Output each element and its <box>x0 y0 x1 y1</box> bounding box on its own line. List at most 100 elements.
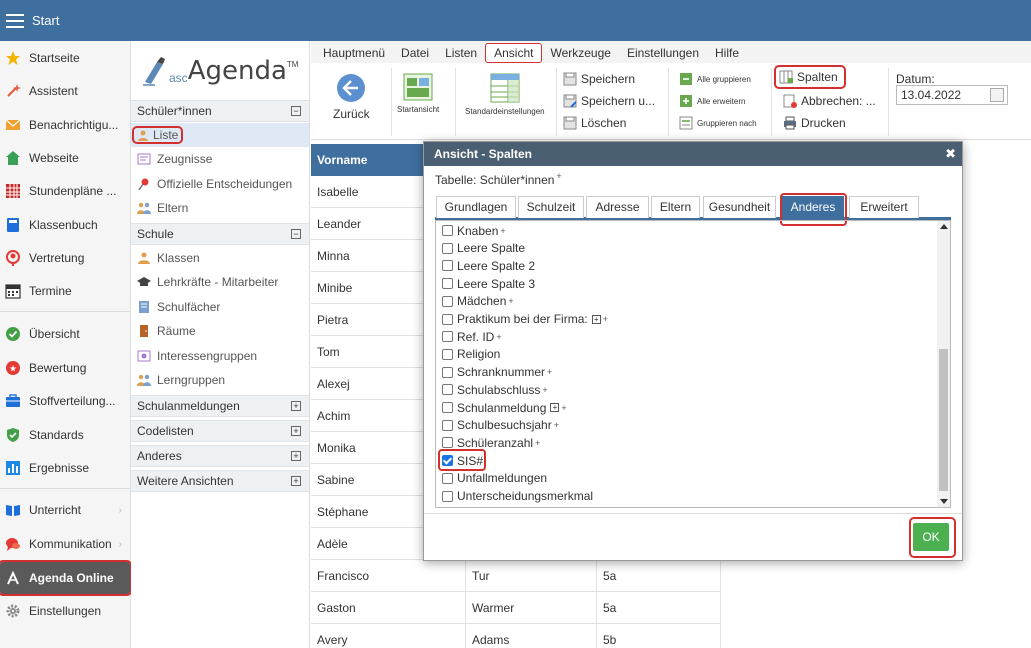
alle-erweitern-button[interactable]: Alle erweitern <box>679 91 745 111</box>
nav-item-benachrichtigungen[interactable]: Benachrichtigu... <box>0 110 130 140</box>
nav-item-agenda-online[interactable]: Agenda Online <box>0 560 132 596</box>
section-header-weitere-ansichten[interactable]: Weitere Ansichten + <box>131 470 309 492</box>
section-header-schulanmeldungen[interactable]: Schulanmeldungen + <box>131 395 309 417</box>
checkbox[interactable] <box>442 331 453 343</box>
column-option[interactable]: Leere Spalte <box>442 240 525 257</box>
checkbox[interactable] <box>442 419 453 431</box>
loeschen-button[interactable]: Löschen <box>563 113 626 133</box>
tab-adresse[interactable]: Adresse <box>586 196 649 218</box>
column-option[interactable]: Mädchen + <box>442 293 514 310</box>
collapse-icon[interactable]: − <box>291 229 301 239</box>
gruppieren-nach-button[interactable]: Gruppieren nach <box>679 113 757 133</box>
checkbox[interactable] <box>442 295 453 307</box>
tab-schulzeit[interactable]: Schulzeit <box>518 196 584 218</box>
expand-icon[interactable]: + <box>550 403 560 412</box>
column-option[interactable]: Schulanmeldung + + <box>442 399 567 416</box>
nav-item-uebersicht[interactable]: Übersicht <box>0 319 130 349</box>
tab-eltern[interactable]: Eltern <box>651 196 700 218</box>
nav-item-unterricht[interactable]: Unterricht › <box>0 495 130 525</box>
column-option[interactable]: Leere Spalte 2 <box>442 257 535 274</box>
expand-icon[interactable]: + <box>291 426 301 436</box>
nav-item-termine[interactable]: Termine <box>0 276 130 306</box>
sidebar-item-klassen[interactable]: Klassen <box>131 246 309 270</box>
column-option[interactable]: Schulbesuchsjahr + <box>442 417 559 434</box>
sidebar-item-lerngruppen[interactable]: Lerngruppen <box>131 368 309 392</box>
checkbox[interactable] <box>442 260 453 272</box>
table-row[interactable]: Avery Adams 5b <box>311 624 721 648</box>
checkbox[interactable] <box>442 384 453 396</box>
nav-item-webseite[interactable]: Webseite <box>0 143 130 173</box>
nav-item-assistent[interactable]: Assistent <box>0 76 130 106</box>
expand-icon[interactable]: + <box>291 401 301 411</box>
column-option[interactable]: Praktikum bei der Firma: + + <box>442 311 608 328</box>
menu-tab-hauptmenue[interactable]: Hauptmenü <box>315 43 393 63</box>
nav-item-standards[interactable]: Standards <box>0 420 130 450</box>
tab-grundlagen[interactable]: Grundlagen <box>436 196 516 218</box>
nav-item-kommunikation[interactable]: Kommunikation › <box>0 529 130 559</box>
checkbox[interactable] <box>442 242 453 254</box>
expand-icon[interactable]: + <box>291 476 301 486</box>
alle-gruppieren-button[interactable]: Alle gruppieren <box>679 69 751 89</box>
nav-item-bewertung[interactable]: ★ Bewertung <box>0 353 130 383</box>
sidebar-item-eltern[interactable]: Eltern <box>131 196 309 220</box>
column-option[interactable]: Unfallmeldungen <box>442 470 547 487</box>
checkbox[interactable] <box>442 278 453 290</box>
scroll-down-icon[interactable] <box>940 499 948 504</box>
date-input[interactable]: 13.04.2022 <box>896 85 1008 105</box>
checkbox[interactable] <box>442 472 453 484</box>
column-option[interactable]: Ref. ID + <box>442 328 502 345</box>
collapse-icon[interactable]: − <box>291 106 301 116</box>
abbrechen-button[interactable]: Abbrechen: ... <box>783 91 876 111</box>
nav-item-startseite[interactable]: Startseite <box>0 43 130 73</box>
startansicht-button[interactable]: Startansicht <box>397 73 439 114</box>
column-option[interactable]: Religion <box>442 346 500 363</box>
menu-tab-hilfe[interactable]: Hilfe <box>707 43 747 63</box>
checkbox[interactable] <box>442 366 453 378</box>
section-header-codelisten[interactable]: Codelisten + <box>131 420 309 442</box>
calendar-picker-icon[interactable] <box>990 88 1004 102</box>
checkbox[interactable] <box>442 225 453 236</box>
spalten-button[interactable]: Spalten <box>774 65 846 89</box>
sidebar-item-lehrkraefte[interactable]: Lehrkräfte - Mitarbeiter <box>131 270 309 294</box>
nav-item-stundenplaene[interactable]: Stundenpläne ... <box>0 176 130 206</box>
section-header-anderes[interactable]: Anderes + <box>131 445 309 467</box>
menu-tab-listen[interactable]: Listen <box>437 43 485 63</box>
column-option[interactable]: Knaben + <box>442 222 506 239</box>
nav-item-einstellungen[interactable]: Einstellungen <box>0 596 130 626</box>
checkbox[interactable] <box>442 437 453 449</box>
nav-item-klassenbuch[interactable]: Klassenbuch <box>0 210 130 240</box>
list-scrollbar[interactable] <box>937 221 950 507</box>
sidebar-item-offizielle-entscheidungen[interactable]: Offizielle Entscheidungen <box>131 172 309 196</box>
close-icon[interactable]: ✖ <box>945 142 956 166</box>
column-option[interactable]: Leere Spalte 3 <box>442 275 535 292</box>
menu-tab-ansicht[interactable]: Ansicht <box>485 43 543 63</box>
nav-item-stoffverteilung[interactable]: Stoffverteilung... <box>0 386 130 416</box>
back-button[interactable]: Zurück <box>333 73 370 121</box>
menu-tab-datei[interactable]: Datei <box>393 43 437 63</box>
sidebar-item-liste[interactable]: Liste <box>131 123 309 147</box>
column-checkbox-list[interactable]: Knaben + Leere Spalte Leere Spalte 2 Leere S… <box>435 220 951 508</box>
tab-gesundheit[interactable]: Gesundheit <box>703 196 776 218</box>
nav-item-ergebnisse[interactable]: Ergebnisse <box>0 453 130 483</box>
tab-erweitert[interactable]: Erweitert <box>849 196 919 218</box>
expand-icon[interactable]: + <box>591 314 601 324</box>
checkbox[interactable] <box>442 490 453 502</box>
speichern-unter-button[interactable]: Speichern u... <box>563 91 655 111</box>
speichern-button[interactable]: Speichern <box>563 69 635 89</box>
sidebar-item-raeume[interactable]: Räume <box>131 319 309 343</box>
expand-icon[interactable]: + <box>291 451 301 461</box>
menu-tab-werkzeuge[interactable]: Werkzeuge <box>542 43 618 63</box>
section-header-schule[interactable]: Schule − <box>131 223 309 245</box>
standardeinstellungen-button[interactable]: Standardeinstellungen <box>465 73 545 116</box>
checkbox[interactable] <box>442 313 453 325</box>
section-header-schueler[interactable]: Schüler*innen − <box>131 100 309 122</box>
sidebar-item-schulfaecher[interactable]: Schulfächer <box>131 295 309 319</box>
table-row[interactable]: Francisco Tur 5a <box>311 560 721 592</box>
sidebar-item-interessengruppen[interactable]: Interessengruppen <box>131 344 309 368</box>
column-option[interactable]: Schulabschluss + <box>442 381 548 398</box>
hamburger-menu-icon[interactable] <box>6 13 24 28</box>
checkbox[interactable] <box>442 348 453 360</box>
table-row[interactable]: Gaston Warmer 5a <box>311 592 721 624</box>
scroll-thumb[interactable] <box>939 349 948 491</box>
column-option[interactable]: Schranknummer + <box>442 364 552 381</box>
